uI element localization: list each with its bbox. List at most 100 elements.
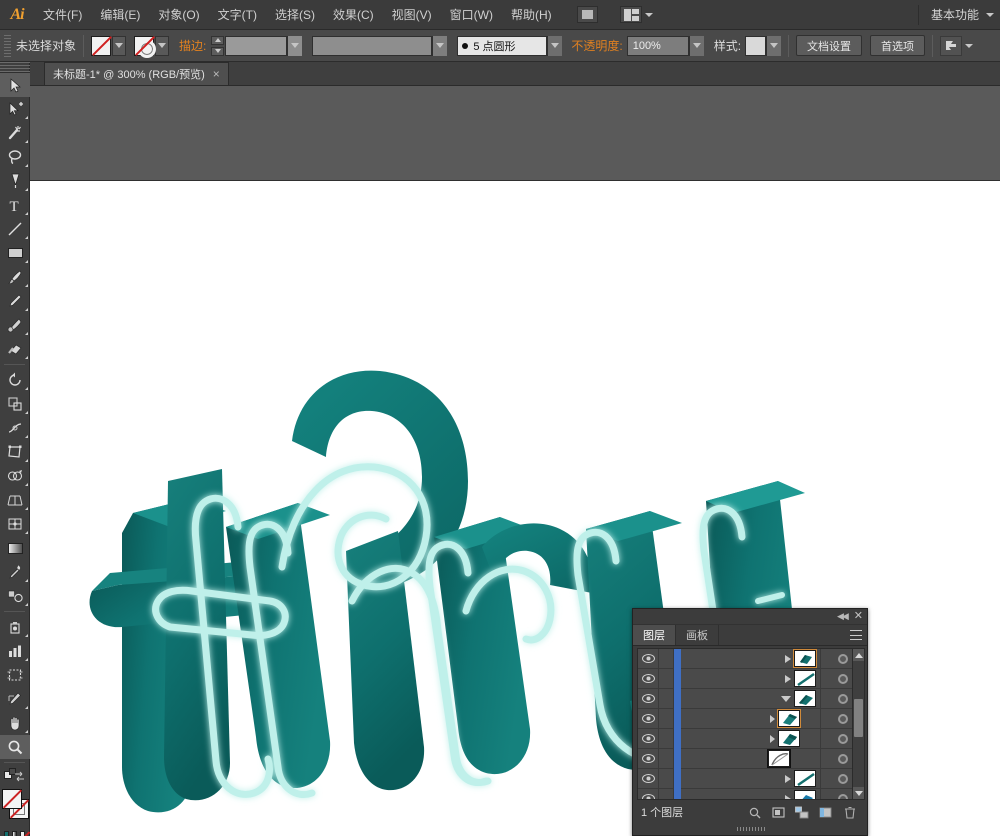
visibility-toggle-icon[interactable] [638, 674, 658, 683]
chevron-down-icon[interactable] [986, 12, 994, 17]
visibility-toggle-icon[interactable] [638, 794, 658, 799]
lock-toggle[interactable] [658, 649, 674, 669]
lock-toggle[interactable] [658, 728, 674, 749]
style-combo[interactable] [745, 35, 782, 56]
target-icon[interactable] [837, 653, 848, 664]
direct-selection-tool[interactable] [0, 97, 30, 121]
table-row[interactable] [638, 768, 864, 789]
stepper-up[interactable] [211, 35, 225, 45]
slice-tool[interactable] [0, 687, 30, 711]
mesh-tool[interactable] [0, 512, 30, 536]
visibility-toggle-icon[interactable] [638, 774, 658, 783]
chevron-down-icon[interactable] [644, 12, 653, 17]
document-setup-button[interactable]: 文档设置 [796, 35, 863, 56]
new-sublayer-icon[interactable] [791, 803, 813, 821]
chevron-right-icon[interactable] [785, 774, 791, 783]
chevron-right-icon[interactable] [770, 734, 775, 743]
magic-wand-tool[interactable] [0, 121, 30, 145]
target-icon[interactable] [837, 793, 848, 799]
target-icon[interactable] [837, 673, 848, 684]
style-dropdown[interactable] [766, 35, 782, 56]
pen-tool[interactable] [0, 169, 30, 193]
layer-name-cell[interactable] [681, 709, 820, 729]
stroke-weight-dropdown[interactable] [287, 35, 303, 56]
target-icon[interactable] [837, 713, 848, 724]
table-row[interactable] [638, 788, 864, 799]
perspective-grid-tool[interactable] [0, 488, 30, 512]
chevron-right-icon[interactable] [785, 794, 791, 799]
target-icon[interactable] [837, 753, 848, 764]
new-layer-icon[interactable] [815, 803, 837, 821]
opacity-combo[interactable]: 100% [626, 35, 704, 56]
menu-effect[interactable]: 效果(C) [324, 0, 383, 30]
selection-tool[interactable] [0, 73, 30, 97]
lock-toggle[interactable] [658, 768, 674, 789]
align-icon[interactable] [940, 35, 963, 56]
stepper-down[interactable] [211, 46, 225, 56]
table-row[interactable] [638, 728, 864, 749]
target-icon[interactable] [837, 773, 848, 784]
collapse-icon[interactable]: ◀◀ [837, 611, 849, 622]
arrange-documents-icon[interactable] [619, 6, 642, 23]
chevron-right-icon[interactable] [785, 674, 791, 683]
paintbrush-tool[interactable] [0, 265, 30, 289]
shape-builder-tool[interactable] [0, 464, 30, 488]
lock-toggle[interactable] [658, 748, 674, 769]
target-icon[interactable] [837, 733, 848, 744]
visibility-toggle-icon[interactable] [638, 734, 658, 743]
color-button[interactable] [4, 831, 9, 836]
table-row[interactable] [638, 688, 864, 709]
stroke-weight-stepper[interactable] [211, 35, 225, 56]
layer-name-cell[interactable] [681, 789, 820, 799]
gradient-tool[interactable] [0, 536, 30, 560]
stroke-swatch[interactable] [134, 35, 157, 58]
table-row[interactable] [638, 649, 864, 669]
panel-resize-grip[interactable] [633, 825, 869, 833]
table-row[interactable] [638, 748, 864, 769]
visibility-toggle-icon[interactable] [638, 714, 658, 723]
lock-toggle[interactable] [658, 668, 674, 689]
menu-window[interactable]: 窗口(W) [441, 0, 502, 30]
layer-name-cell[interactable] [681, 729, 820, 749]
layer-list[interactable] [637, 648, 865, 800]
close-icon[interactable]: ✕ [854, 611, 863, 622]
trash-icon[interactable] [839, 803, 861, 821]
layers-panel[interactable]: ◀◀ ✕ 图层 画板 1 个图层 [632, 608, 868, 836]
scroll-down-arrow-icon[interactable] [853, 787, 864, 799]
lock-toggle[interactable] [658, 788, 674, 799]
none-button[interactable] [20, 831, 30, 836]
clipping-mask-icon[interactable] [767, 803, 789, 821]
stroke-weight-combo[interactable] [225, 35, 303, 56]
menu-help[interactable]: 帮助(H) [502, 0, 561, 30]
tab-layers[interactable]: 图层 [633, 625, 676, 645]
layer-name-cell[interactable] [681, 649, 820, 669]
type-tool[interactable]: T [0, 193, 30, 217]
lock-toggle[interactable] [658, 688, 674, 709]
stroke-weight-label[interactable]: 描边: [179, 37, 206, 54]
rectangle-tool[interactable] [0, 241, 30, 265]
opacity-label[interactable]: 不透明度: [571, 37, 622, 54]
document-tab[interactable]: 未标题-1* @ 300% (RGB/预览) × [44, 62, 229, 85]
visibility-toggle-icon[interactable] [638, 754, 658, 763]
fill-dropdown-button[interactable] [112, 35, 127, 56]
fill-swatch[interactable] [91, 35, 112, 56]
layer-name-cell[interactable] [681, 689, 820, 709]
close-icon[interactable]: × [213, 68, 220, 80]
style-swatch[interactable] [745, 35, 767, 56]
chevron-right-icon[interactable] [770, 714, 775, 723]
chevron-down-icon[interactable] [965, 43, 974, 48]
lock-toggle[interactable] [658, 708, 674, 729]
tab-artboards[interactable]: 画板 [676, 625, 719, 645]
visibility-toggle-icon[interactable] [638, 694, 658, 703]
hand-tool[interactable] [0, 711, 30, 735]
free-transform-tool[interactable] [0, 440, 30, 464]
zoom-tool[interactable] [0, 735, 30, 759]
opacity-value[interactable]: 100% [626, 35, 689, 56]
visibility-toggle-icon[interactable] [638, 654, 658, 663]
gradient-button[interactable] [12, 831, 17, 836]
chevron-down-icon[interactable] [781, 695, 791, 702]
toolbar-fill-swatch[interactable] [2, 789, 23, 809]
lasso-tool[interactable] [0, 145, 30, 169]
pencil-tool[interactable] [0, 289, 30, 313]
chevron-right-icon[interactable] [785, 654, 791, 663]
